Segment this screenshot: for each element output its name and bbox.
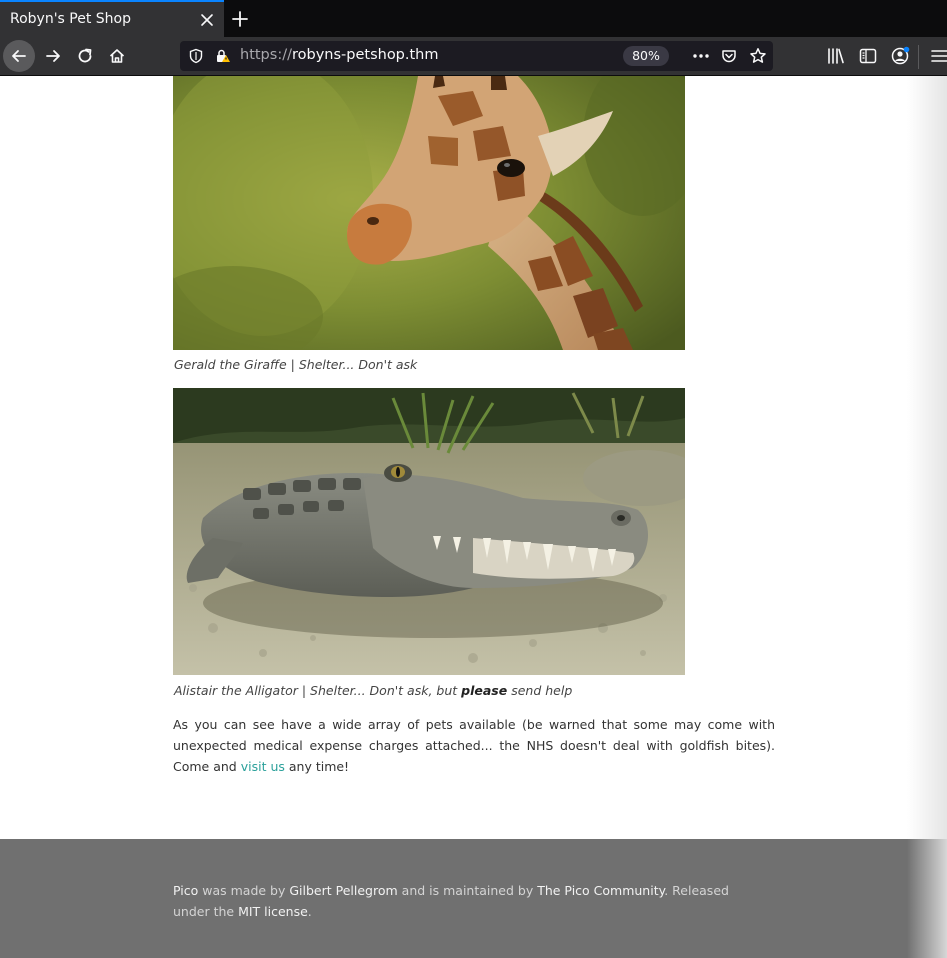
site-footer: Pico was made by Gilbert Pellegrom and i… bbox=[0, 839, 947, 958]
alligator-caption-emphasis: please bbox=[461, 683, 508, 698]
pico-link[interactable]: Pico bbox=[173, 883, 198, 898]
home-button[interactable] bbox=[101, 40, 133, 72]
url-text[interactable]: https://robyns-petshop.thm bbox=[240, 47, 439, 63]
giraffe-caption: Gerald the Giraffe | Shelter... Don't as… bbox=[174, 357, 418, 372]
scrollbar-shade bbox=[907, 76, 947, 958]
back-button[interactable] bbox=[3, 40, 35, 72]
alligator-caption: Alistair the Alligator | Shelter... Don'… bbox=[174, 683, 572, 698]
giraffe-photo bbox=[173, 76, 685, 350]
plus-icon[interactable] bbox=[230, 9, 250, 29]
footer-text-4: . bbox=[307, 904, 312, 919]
alligator-caption-prefix: Alistair the Alligator | Shelter... Don'… bbox=[174, 683, 462, 698]
footer-text-2: and is maintained by bbox=[397, 883, 538, 898]
url-bar[interactable]: https://robyns-petshop.thm 80% bbox=[180, 41, 773, 71]
navigation-toolbar: https://robyns-petshop.thm 80% bbox=[0, 37, 947, 76]
footer-credits: Pico was made by Gilbert Pellegrom and i… bbox=[173, 880, 763, 922]
tab-title: Robyn's Pet Shop bbox=[10, 11, 132, 27]
alligator-caption-suffix: send help bbox=[507, 683, 573, 698]
url-protocol: https:// bbox=[240, 47, 292, 63]
pets-paragraph-end: any time! bbox=[284, 759, 350, 774]
star-icon[interactable] bbox=[749, 47, 767, 65]
toolbar-separator bbox=[918, 45, 919, 69]
community-link[interactable]: The Pico Community bbox=[537, 883, 664, 898]
url-host: robyns-petshop.thm bbox=[291, 47, 439, 63]
pets-paragraph: As you can see have a wide array of pets… bbox=[173, 714, 775, 777]
reload-button[interactable] bbox=[69, 40, 101, 72]
sidebar-icon[interactable] bbox=[858, 46, 878, 66]
home-icon bbox=[109, 49, 125, 63]
forward-button[interactable] bbox=[37, 40, 69, 72]
reload-icon bbox=[78, 48, 92, 63]
pocket-icon[interactable] bbox=[721, 48, 737, 64]
license-link[interactable]: MIT license bbox=[238, 904, 308, 919]
author-link[interactable]: Gilbert Pellegrom bbox=[289, 883, 397, 898]
library-icon[interactable] bbox=[826, 46, 846, 66]
hamburger-menu-icon[interactable] bbox=[930, 46, 947, 66]
more-dots-icon[interactable] bbox=[692, 48, 710, 64]
footer-text-1: was made by bbox=[198, 883, 290, 898]
account-icon[interactable] bbox=[890, 46, 910, 66]
zoom-level-badge[interactable]: 80% bbox=[623, 46, 669, 66]
page-viewport: Gerald the Giraffe | Shelter... Don't as… bbox=[0, 76, 947, 958]
shield-icon[interactable] bbox=[188, 48, 204, 64]
visit-us-link[interactable]: visit us bbox=[241, 759, 285, 774]
tab-strip: Robyn's Pet Shop bbox=[0, 0, 947, 37]
warning-lock-icon[interactable] bbox=[214, 48, 230, 64]
tab-active[interactable]: Robyn's Pet Shop bbox=[0, 0, 224, 37]
forward-arrow-icon bbox=[46, 50, 60, 62]
back-arrow-icon bbox=[12, 50, 26, 62]
alligator-photo bbox=[173, 388, 685, 675]
close-icon[interactable] bbox=[198, 11, 216, 29]
